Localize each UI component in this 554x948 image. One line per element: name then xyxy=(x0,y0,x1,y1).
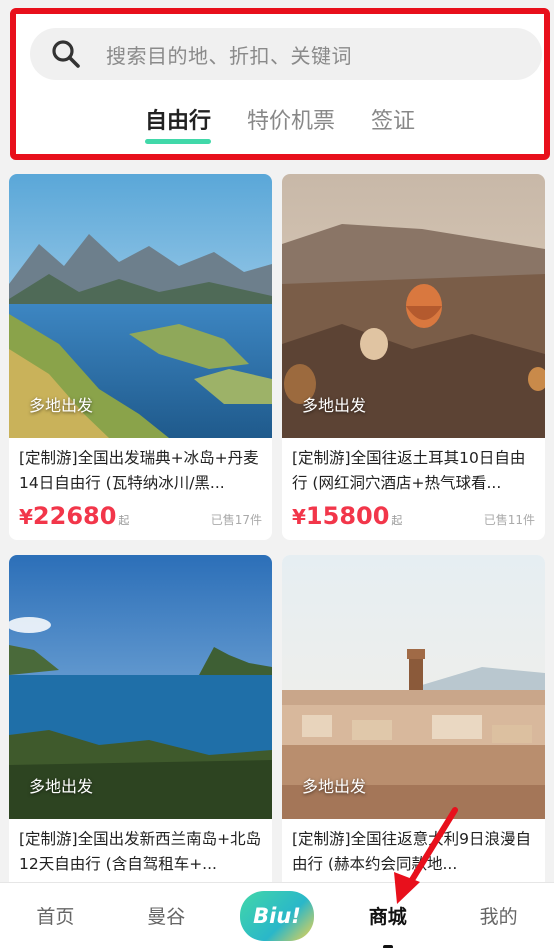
departure-tag: 多地出发 xyxy=(29,396,94,415)
price-suffix: 起 xyxy=(118,514,130,527)
nav-mall-label: 商城 xyxy=(368,906,407,928)
product-title: [定制游]全国出发新西兰南岛+北岛12天自由行 (含自驾租车+... xyxy=(19,830,262,873)
nav-bangkok[interactable]: 曼谷 xyxy=(111,902,222,929)
product-title: [定制游]全国往返意大利9日浪漫自由行 (赫本约会同款地... xyxy=(292,830,531,873)
bottom-nav: 首页 曼谷 Biu! 商城 我的 xyxy=(0,882,554,948)
product-card[interactable]: 多地出发 [定制游]全国往返土耳其10日自由行 (网红洞穴酒店+热气球看... … xyxy=(282,174,545,540)
product-image: 多地出发 xyxy=(9,174,272,438)
product-image: 多地出发 xyxy=(9,555,272,819)
departure-tag: 多地出发 xyxy=(302,777,367,796)
biu-logo-icon: Biu! xyxy=(239,890,314,941)
search-input[interactable]: 搜索目的地、折扣、关键词 xyxy=(106,40,352,69)
category-tabs: 自由行 特价机票 签证 xyxy=(16,104,544,154)
nav-profile[interactable]: 我的 xyxy=(443,902,554,929)
departure-tag: 多地出发 xyxy=(302,396,367,415)
price-suffix: 起 xyxy=(391,514,403,527)
tab-free-travel[interactable]: 自由行 xyxy=(144,104,211,144)
product-image: 多地出发 xyxy=(282,555,545,819)
price-value: 22680 xyxy=(32,502,117,530)
product-title: [定制游]全国出发瑞典+冰岛+丹麦14日自由行 (瓦特纳冰川/黑... xyxy=(19,449,259,492)
header-annotation-frame: 搜索目的地、折扣、关键词 自由行 特价机票 签证 xyxy=(10,8,550,160)
price-currency: ¥ xyxy=(19,505,33,529)
product-card[interactable]: 多地出发 [定制游]全国往返意大利9日浪漫自由行 (赫本约会同款地... xyxy=(282,555,545,895)
product-title: [定制游]全国往返土耳其10日自由行 (网红洞穴酒店+热气球看... xyxy=(292,449,526,492)
product-image: 多地出发 xyxy=(282,174,545,438)
search-bar[interactable]: 搜索目的地、折扣、关键词 xyxy=(30,28,542,80)
price-currency: ¥ xyxy=(292,505,306,529)
price-value: 15800 xyxy=(305,502,390,530)
nav-biu[interactable]: Biu! xyxy=(222,890,333,941)
nav-home[interactable]: 首页 xyxy=(0,902,111,929)
search-icon xyxy=(40,28,92,80)
product-card[interactable]: 多地出发 [定制游]全国出发瑞典+冰岛+丹麦14日自由行 (瓦特纳冰川/黑...… xyxy=(9,174,272,540)
tab-special-flights[interactable]: 特价机票 xyxy=(247,104,335,140)
departure-tag: 多地出发 xyxy=(29,777,94,796)
sold-count: 已售11件 xyxy=(483,513,535,527)
product-card[interactable]: 多地出发 [定制游]全国出发新西兰南岛+北岛12天自由行 (含自驾租车+... xyxy=(9,555,272,895)
nav-mall[interactable]: 商城 xyxy=(332,902,443,948)
tab-visa[interactable]: 签证 xyxy=(371,104,415,140)
sold-count: 已售17件 xyxy=(210,513,262,527)
